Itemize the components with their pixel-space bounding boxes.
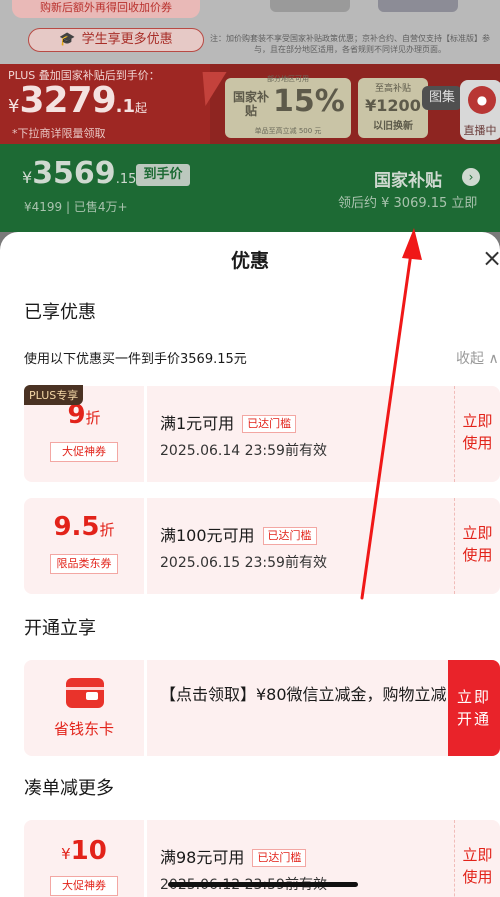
open-section-title: 开通立享 (24, 618, 96, 639)
coupon-value: ¥10 大促神券 (24, 820, 144, 897)
plus-price: ¥3279.1起 (8, 80, 148, 121)
coupon-divider (144, 820, 147, 897)
coupon-condition: 满98元可用 已达门槛 (160, 844, 307, 868)
coupon-tag: 限品类东券 (50, 554, 118, 574)
live-icon: ● (468, 86, 496, 114)
live-label: 直播中 (463, 124, 497, 137)
coupon-expiry: 2025.06.15 23:59前有效 (160, 555, 327, 571)
chevron-right-icon[interactable]: › (462, 168, 480, 186)
student-offer-label: 学生享更多优惠 (81, 32, 173, 47)
coupon-condition: 满1元可用 已达门槛 (160, 410, 297, 434)
product-thumbnail (270, 0, 350, 12)
sheet-title: 优惠 (230, 250, 269, 272)
close-icon[interactable]: × (482, 244, 500, 272)
subsidy-note: 注：加价购套装不享受国家补贴政策优惠；京补合约、自营仅支持【标准版】参与，且在部… (210, 34, 490, 54)
savings-card-desc: 【点击领取】¥80微信立减金，购物立减 (160, 685, 447, 704)
student-offer-button[interactable]: 🎓 学生享更多优惠 (28, 28, 204, 52)
applied-section-title: 已享优惠 (24, 302, 96, 323)
use-now-button[interactable]: 立即 使用 (454, 386, 500, 482)
trade-in-promo[interactable]: 购新后额外再得回收加价券 (12, 0, 200, 18)
coupon-divider (144, 498, 147, 594)
coupon-expiry: 2025.06.14 23:59前有效 (160, 443, 327, 459)
trade-in-subsidy-badge[interactable]: 至高补贴 ¥1200 以旧换新 (358, 78, 428, 138)
use-now-button[interactable]: 立即 使用 (454, 820, 500, 897)
gallery-button[interactable]: 图集 (422, 86, 462, 110)
applied-description: 使用以下优惠买一件到手价3569.15元 (24, 352, 247, 367)
page: 购新后额外再得回收加价券 🎓 学生享更多优惠 注：加价购套装不享受国家补贴政策优惠… (0, 0, 500, 897)
use-now-button[interactable]: 立即 使用 (454, 498, 500, 594)
coupon-divider (144, 660, 147, 756)
coupon-tag: 大促神券 (50, 442, 118, 462)
collapse-button[interactable]: 收起 ∧ (456, 348, 499, 368)
hand-price: ¥3569.15 (22, 156, 137, 191)
graduation-cap-icon: 🎓 (59, 32, 76, 47)
home-indicator[interactable] (168, 882, 358, 887)
gov-subsidy-price[interactable]: 领后约 ¥ 3069.15 立即 (338, 192, 477, 211)
coupon-value: 9.5折 限品类东券 (24, 498, 144, 594)
national-subsidy-badge[interactable]: 部分地区可用 国家补贴 15% 单品至高立减 500 元 (225, 75, 351, 138)
more-section-title: 凑单减更多 (24, 778, 114, 799)
open-now-button[interactable]: 立即 开通 (448, 660, 500, 756)
coupon-card[interactable]: 9.5折 限品类东券 满100元可用 已达门槛 2025.06.15 23:59前… (24, 498, 500, 594)
hand-price-tag: 到手价 (136, 164, 190, 186)
plus-price-note: *下拉商详限量领取 (12, 127, 106, 140)
coupon-tag: 大促神券 (50, 876, 118, 896)
product-thumbnail (378, 0, 458, 12)
plus-exclusive-badge: PLUS专享 (24, 384, 84, 405)
threshold-met-badge: 已达门槛 (262, 527, 317, 545)
gov-subsidy-title[interactable]: 国家补贴 (374, 166, 442, 191)
coupon-card[interactable]: 9折 大促神券 满1元可用 已达门槛 2025.06.14 23:59前有效 立即… (24, 386, 500, 482)
discount-sheet: 优惠 × 已享优惠 使用以下优惠买一件到手价3569.15元 收起 ∧ 9折 大… (0, 232, 500, 897)
threshold-met-badge: 已达门槛 (252, 849, 307, 867)
savings-card-name: 省钱东卡 (53, 720, 114, 738)
card-icon (66, 678, 104, 708)
original-price-sold: ¥4199 | 已售4万+ (24, 200, 128, 214)
savings-card-offer[interactable]: 省钱东卡 【点击领取】¥80微信立减金，购物立减 立即 开通 (24, 660, 500, 756)
coupon-divider (144, 386, 147, 482)
coupon-condition: 满100元可用 已达门槛 (160, 522, 317, 546)
threshold-met-badge: 已达门槛 (242, 415, 297, 433)
